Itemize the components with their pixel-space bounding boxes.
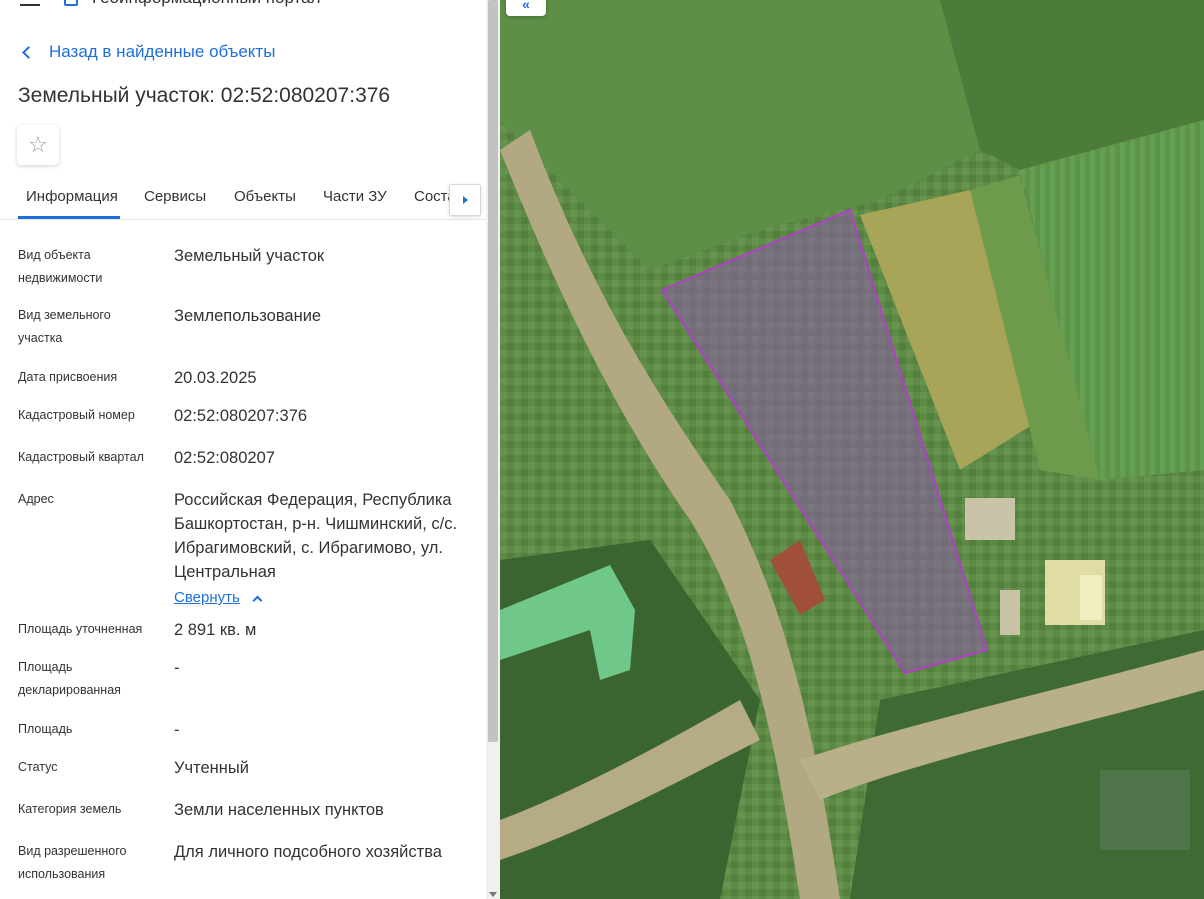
star-icon: ☆ (28, 132, 48, 157)
field-label: Дата присвоения (18, 370, 118, 384)
portal-title: Геоинформационный портал (92, 0, 321, 8)
back-link-label: Назад в найденные объекты (49, 42, 276, 61)
map-imagery (500, 0, 1204, 899)
field-value: Земельный участок (174, 247, 325, 265)
field-value: 02:52:080207 (174, 449, 275, 467)
field-value: Для личного подсобного хозяйства (174, 843, 442, 861)
page-title: Земельный участок: 02:52:080207:376 (18, 84, 391, 107)
map-panel-toggle-button[interactable]: « (506, 0, 546, 16)
field-value: Земли населенных пунктов (174, 801, 384, 819)
field-value: Учтенный (174, 759, 249, 777)
tab-bar: Информация Сервисы Объекты Части ЗУ Сост… (0, 178, 486, 220)
tab-services[interactable]: Сервисы (144, 188, 206, 205)
field-value: 02:52:080207:376 (174, 407, 308, 425)
field-value: - (174, 659, 180, 677)
chevron-left-icon (22, 46, 35, 59)
satellite-map[interactable]: « (500, 0, 1204, 899)
favorite-button[interactable]: ☆ (17, 125, 59, 165)
collapse-label: Свернуть (174, 589, 240, 606)
field-label: Площадь декларированная (18, 660, 121, 697)
field-label: Статус (18, 760, 58, 774)
caret-right-icon (462, 196, 468, 204)
collapse-address-link[interactable]: Свернуть (174, 586, 263, 610)
field-value: - (174, 721, 180, 739)
menu-icon[interactable] (20, 0, 40, 6)
tabs-scroll-right-button[interactable] (449, 184, 481, 216)
address-text: Российская Федерация, Республика Башкорт… (174, 491, 458, 581)
field-label: Вид объекта недвижимости (18, 248, 103, 285)
back-to-results-link[interactable]: Назад в найденные объекты (22, 42, 276, 62)
tab-information[interactable]: Информация (26, 188, 118, 205)
field-value-address: Российская Федерация, Республика Башкорт… (174, 488, 470, 610)
field-label: Площадь (18, 722, 73, 736)
field-label: Кадастровый квартал (18, 450, 144, 464)
field-label: Площадь уточненная (18, 622, 143, 636)
field-label: Вид земельного участка (18, 308, 111, 345)
field-label: Категория земель (18, 802, 122, 816)
info-panel: Геоинформационный портал Назад в найденн… (0, 0, 486, 899)
portal-logo-icon (64, 0, 78, 6)
app-header: Геоинформационный портал (0, 0, 486, 14)
chevron-up-icon (252, 595, 263, 605)
panel-scrollbar[interactable] (486, 0, 500, 899)
field-label: Кадастровый номер (18, 408, 135, 422)
field-label: Адрес (18, 492, 54, 506)
tab-objects[interactable]: Объекты (234, 188, 296, 205)
tab-composition[interactable]: Состав (414, 188, 454, 205)
field-value: 20.03.2025 (174, 369, 257, 387)
field-value: Землепользование (174, 307, 322, 325)
field-value: 2 891 кв. м (174, 621, 257, 639)
scrollbar-thumb[interactable] (488, 0, 498, 742)
active-tab-indicator (18, 216, 120, 219)
tab-parts[interactable]: Части ЗУ (323, 188, 387, 205)
field-label: Вид разрешенного использования (18, 844, 127, 881)
scroll-down-arrow-icon[interactable] (489, 892, 497, 897)
